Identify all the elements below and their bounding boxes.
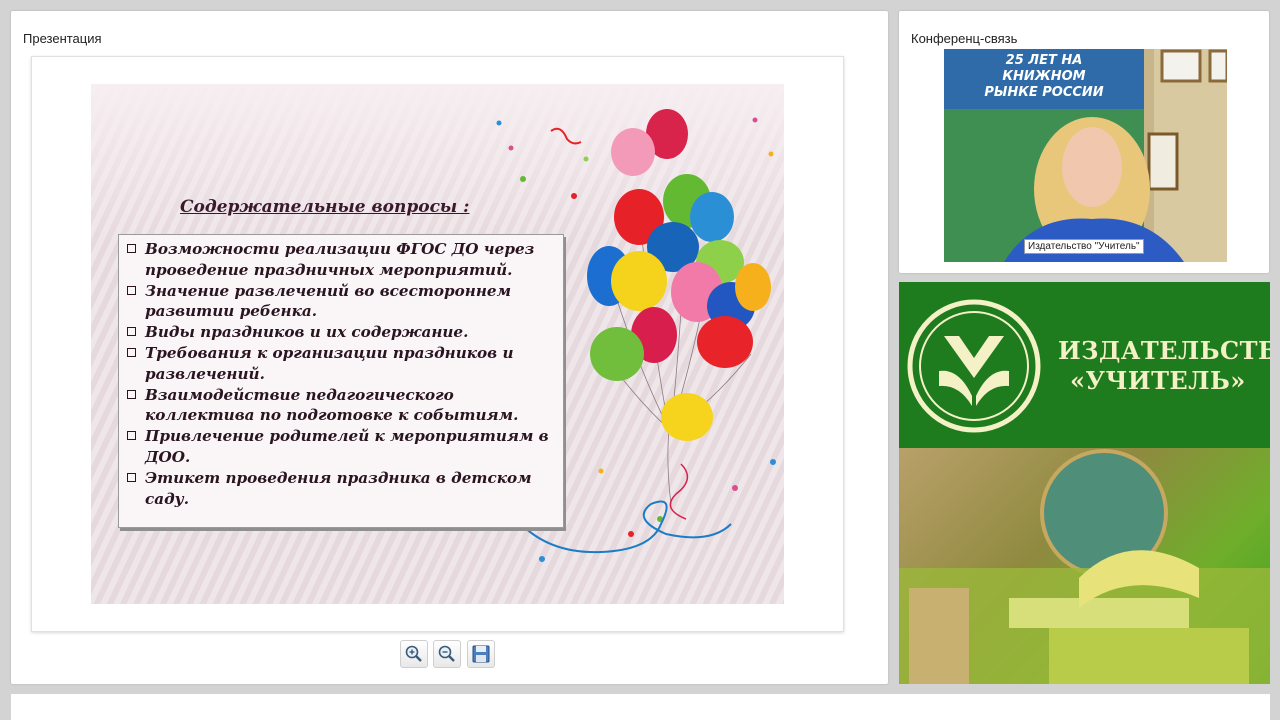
slide-heading: Содержательные вопросы : xyxy=(180,197,470,217)
video-feed[interactable]: 25 ЛЕТ НА КНИЖНОМ РЫНКЕ РОССИИ Издательс… xyxy=(944,49,1227,262)
slide-content-box: Возможности реализации ФГОС ДО через про… xyxy=(118,234,564,528)
balloon xyxy=(661,393,713,441)
checkbox-bullet-icon xyxy=(127,472,136,482)
balloon xyxy=(590,327,644,381)
confetti xyxy=(598,468,604,474)
slide-bullet-item: Взаимодействие педагогического коллектив… xyxy=(125,385,559,427)
publisher-logo-area: ИЗДАТЕЛЬСТВО «УЧИТЕЛЬ» xyxy=(899,282,1270,448)
confetti xyxy=(496,120,502,126)
zoom-in-icon xyxy=(405,645,422,662)
bottom-panel xyxy=(11,694,1270,720)
publisher-banner: ИЗДАТЕЛЬСТВО «УЧИТЕЛЬ» xyxy=(899,282,1270,684)
conference-title: Конференц-связь xyxy=(911,31,1018,46)
publisher-name-line2: «УЧИТЕЛЬ» xyxy=(1070,366,1246,395)
zoom-out-button[interactable] xyxy=(433,640,461,668)
video-caption: Издательство "Учитель" xyxy=(1024,239,1144,254)
slide-bullet-item: Значение развлечений во всестороннем раз… xyxy=(125,281,559,323)
confetti xyxy=(571,193,577,199)
zoom-out-icon xyxy=(438,645,455,662)
confetti xyxy=(508,145,514,151)
confetti xyxy=(768,151,774,157)
checkbox-bullet-icon xyxy=(127,347,136,357)
publisher-books-photo xyxy=(899,448,1270,684)
presentation-panel: Презентация Содержательные вопросы: Воз… xyxy=(11,11,888,684)
save-icon xyxy=(472,645,490,663)
confetti xyxy=(539,556,545,562)
balloon xyxy=(611,128,655,176)
slide: Содержательные вопросы : Возможности реа… xyxy=(91,84,784,604)
balloon xyxy=(611,251,667,311)
confetti xyxy=(628,531,634,537)
slide-bullet-item: Этикет проведения праздника в детском са… xyxy=(125,468,559,510)
checkbox-bullet-icon xyxy=(127,327,136,337)
checkbox-bullet-icon xyxy=(127,285,136,295)
confetti xyxy=(752,117,758,123)
publisher-name-line1: ИЗДАТЕЛЬСТВО xyxy=(1058,336,1270,365)
balloon xyxy=(735,263,771,311)
confetti xyxy=(583,156,589,162)
balloon xyxy=(697,316,753,368)
slide-frame: Содержательные вопросы : Возможности реа… xyxy=(31,56,844,632)
slide-bullet-item: Виды праздников и их содержание. xyxy=(125,322,559,343)
confetti xyxy=(770,459,776,465)
slide-bullet-item: Привлечение родителей к мероприятиям в Д… xyxy=(125,426,559,468)
save-button[interactable] xyxy=(467,640,495,668)
ribbon-swirl xyxy=(550,127,582,145)
slide-bullet-item: Возможности реализации ФГОС ДО через про… xyxy=(125,239,559,281)
video-backdrop-text: 25 ЛЕТ НА КНИЖНОМ РЫНКЕ РОССИИ xyxy=(984,53,1104,100)
conference-panel: Конференц-связь 25 ЛЕТ НА КНИЖНОМ РЫНКЕ … xyxy=(899,11,1269,273)
slide-bullet-list: Возможности реализации ФГОС ДО через про… xyxy=(125,239,559,509)
confetti xyxy=(732,485,738,491)
publisher-logo-icon xyxy=(907,299,1041,433)
books-globe-image xyxy=(899,449,1270,684)
zoom-in-button[interactable] xyxy=(400,640,428,668)
balloon-string xyxy=(667,428,672,505)
checkbox-bullet-icon xyxy=(127,389,136,399)
checkbox-bullet-icon xyxy=(127,244,136,253)
checkbox-bullet-icon xyxy=(127,431,136,441)
confetti xyxy=(520,176,526,182)
presentation-title: Презентация xyxy=(23,31,102,46)
ribbon-swirl xyxy=(669,463,689,520)
slide-bullet-item: Требования к организации праздников и ра… xyxy=(125,343,559,385)
balloon xyxy=(690,192,734,242)
